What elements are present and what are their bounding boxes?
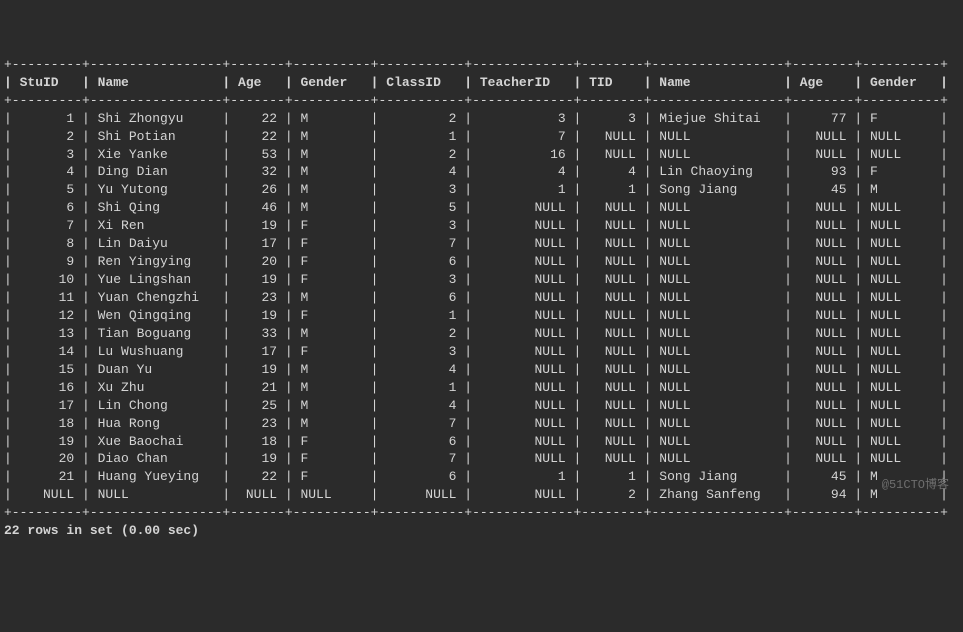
watermark: @51CTO博客 — [882, 477, 949, 494]
result-footer: 22 rows in set (0.00 sec) — [4, 523, 199, 538]
rule-mid: +---------+-----------------+-------+---… — [4, 93, 948, 108]
table-body: | 1 | Shi Zhongyu | 22 | M | 2 | 3 | 3 |… — [4, 111, 948, 503]
table-header: | StuID | Name | Age | Gender | ClassID … — [4, 75, 948, 90]
rule-top: +---------+-----------------+-------+---… — [4, 57, 948, 72]
terminal-output: +---------+-----------------+-------+---… — [0, 54, 963, 542]
rule-bot: +---------+-----------------+-------+---… — [4, 505, 948, 520]
